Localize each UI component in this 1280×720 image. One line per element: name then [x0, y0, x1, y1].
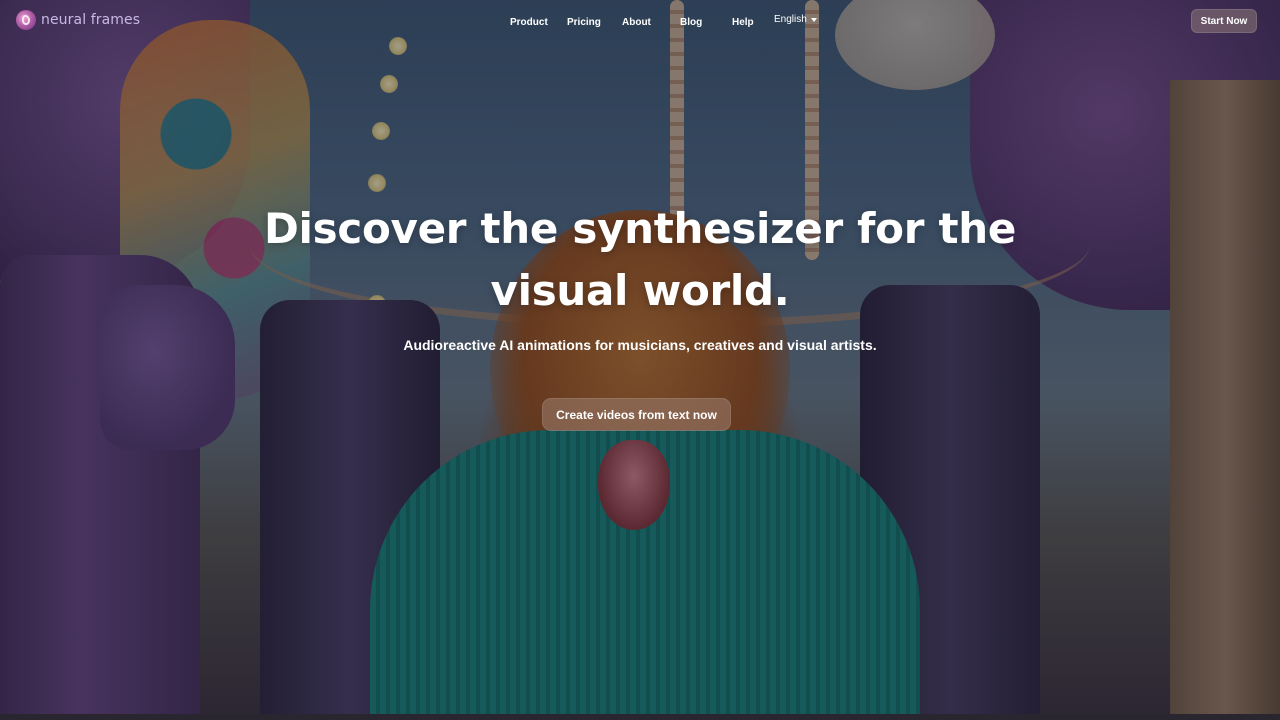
start-now-button[interactable]: Start Now — [1191, 9, 1257, 33]
hero-headline-line-1: Discover the synthesizer for the — [263, 204, 1017, 253]
hero-section: neural frames Product Pricing About Blog… — [0, 0, 1280, 720]
background-dim-overlay — [0, 0, 1280, 720]
hero-headline-line-2: visual world. — [490, 266, 790, 315]
home-logo-link[interactable]: neural frames — [16, 10, 140, 30]
nav-link-help[interactable]: Help — [732, 17, 754, 28]
hero-headline: Discover the synthesizer for the visual … — [240, 198, 1040, 322]
hero-subheadline: Audioreactive AI animations for musician… — [403, 337, 877, 353]
top-navigation: neural frames Product Pricing About Blog… — [0, 0, 1280, 44]
language-label: English — [774, 14, 807, 25]
bottom-edge-strip — [0, 714, 1280, 720]
create-videos-cta-button[interactable]: Create videos from text now — [542, 398, 731, 431]
chevron-down-icon — [810, 17, 817, 22]
logo-text: neural frames — [41, 12, 141, 28]
nav-link-about[interactable]: About — [622, 17, 651, 28]
language-selector[interactable]: English — [774, 14, 817, 25]
nav-link-blog[interactable]: Blog — [680, 17, 702, 28]
nav-link-product[interactable]: Product — [510, 17, 548, 28]
neural-frames-logo-icon — [16, 10, 36, 30]
nav-link-pricing[interactable]: Pricing — [567, 17, 601, 28]
